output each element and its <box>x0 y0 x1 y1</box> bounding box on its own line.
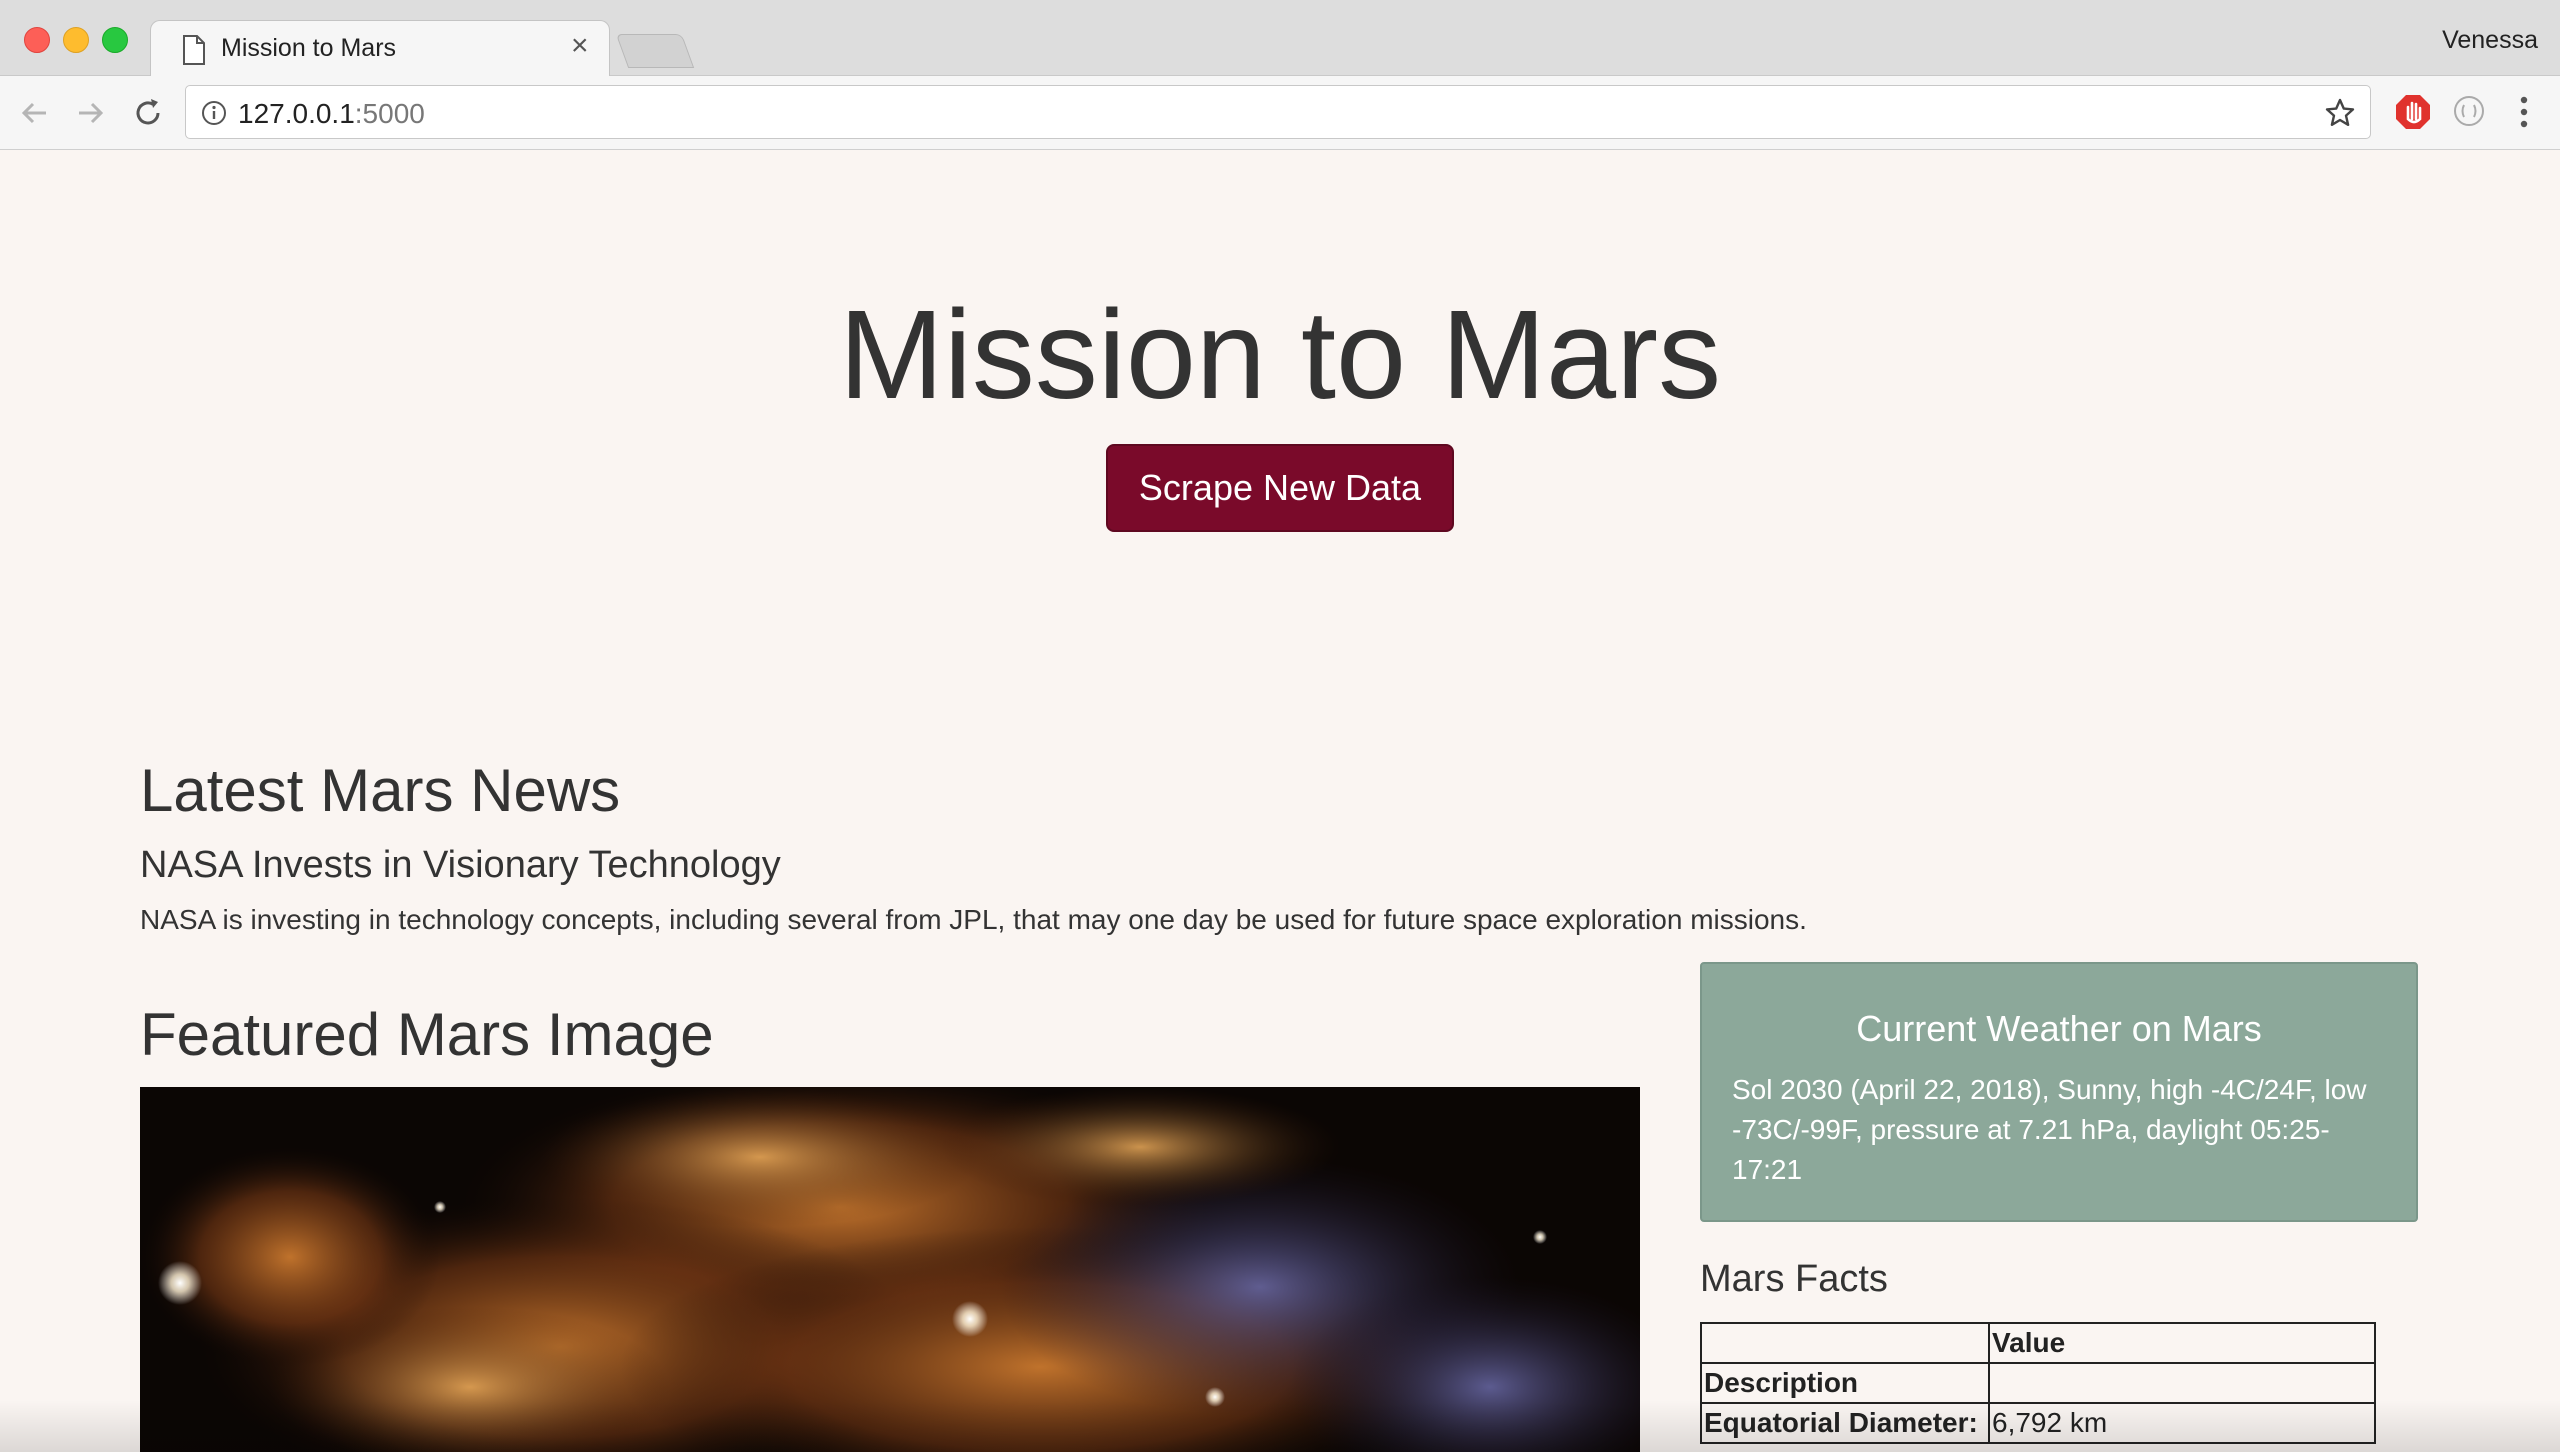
url-port: :5000 <box>354 98 425 129</box>
page-title: Mission to Mars <box>838 284 1722 425</box>
new-tab-button[interactable] <box>615 34 695 68</box>
minimize-window-button[interactable] <box>63 27 89 53</box>
info-icon[interactable] <box>200 99 228 127</box>
adblock-icon[interactable] <box>2394 93 2432 131</box>
table-header-cell: Value <box>1988 1322 2376 1364</box>
news-title: NASA Invests in Visionary Technology <box>140 844 781 886</box>
url-host: 127.0.0.1 <box>238 98 355 129</box>
featured-mars-image[interactable] <box>140 1087 1640 1452</box>
fact-value <box>1988 1362 2376 1404</box>
fact-value: 6,792 km <box>1988 1402 2376 1444</box>
reload-icon[interactable] <box>131 96 165 130</box>
close-window-button[interactable] <box>24 27 50 53</box>
weather-panel: Current Weather on Mars Sol 2030 (April … <box>1700 962 2418 1222</box>
table-header-row: Value <box>1700 1322 2376 1364</box>
table-row: Description <box>1700 1362 2376 1404</box>
table-header-cell <box>1700 1322 1990 1364</box>
news-section-heading: Latest Mars News <box>140 757 621 824</box>
weather-text: Sol 2030 (April 22, 2018), Sunny, high -… <box>1732 1074 2367 1185</box>
url-text[interactable]: 127.0.0.1:5000 <box>238 98 425 130</box>
scrape-new-data-button[interactable]: Scrape New Data <box>1106 444 1454 532</box>
address-bar[interactable]: 127.0.0.1:5000 <box>185 85 2371 139</box>
document-icon <box>183 35 205 65</box>
browser-titlebar: Mission to Mars × Venessa <box>0 0 2560 78</box>
facts-heading: Mars Facts <box>1700 1258 1888 1300</box>
maximize-window-button[interactable] <box>102 27 128 53</box>
table-row: Equatorial Diameter: 6,792 km <box>1700 1402 2376 1444</box>
news-paragraph: NASA is investing in technology concepts… <box>140 904 1807 935</box>
tab-title: Mission to Mars <box>221 34 397 62</box>
fact-label: Equatorial Diameter: <box>1700 1402 1990 1444</box>
fact-label: Description <box>1700 1362 1990 1404</box>
star-icon[interactable] <box>2324 97 2356 129</box>
forward-arrow-icon[interactable] <box>73 96 107 130</box>
featured-image-heading: Featured Mars Image <box>140 1001 714 1068</box>
menu-icon[interactable] <box>2512 92 2536 132</box>
browser-tab[interactable]: Mission to Mars × <box>150 20 610 78</box>
facts-table: Value Description Equatorial Diameter: 6… <box>1700 1322 2376 1444</box>
weather-heading: Current Weather on Mars <box>1856 1008 2262 1049</box>
browser-toolbar: 127.0.0.1:5000 <box>0 76 2560 150</box>
nebula-image <box>140 1087 1640 1452</box>
tab-close-button[interactable]: × <box>571 31 589 61</box>
extension-icon[interactable] <box>2452 94 2486 128</box>
back-arrow-icon[interactable] <box>18 96 52 130</box>
profile-name[interactable]: Venessa <box>2442 26 2538 55</box>
